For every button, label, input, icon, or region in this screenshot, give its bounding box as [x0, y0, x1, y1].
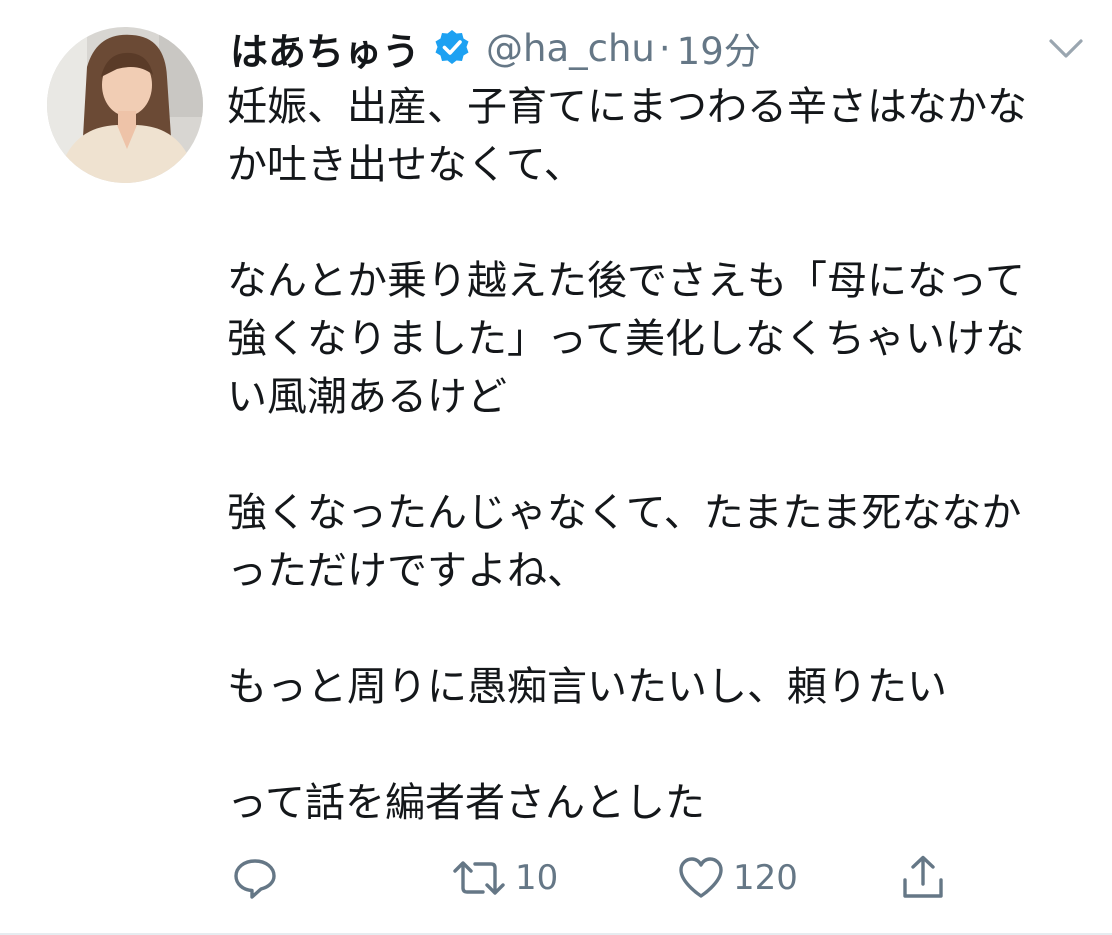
reply-button[interactable] [231, 848, 287, 908]
tweet-text: 妊娠、出産、子育てにまつわる辛さはなかな か吐き出せなくて、 なんとか乗り越えた… [227, 78, 1087, 832]
like-count: 120 [733, 858, 798, 898]
tweet-line: 強くなりました」って美化しなくちゃいけな [227, 316, 1025, 362]
tweet-line: もっと周りに愚痴言いたいし、頼りたい [227, 664, 947, 710]
tweet-paragraph: 妊娠、出産、子育てにまつわる辛さはなかな か吐き出せなくて、 [227, 78, 1087, 194]
chevron-down-icon[interactable] [1048, 38, 1084, 60]
reply-icon [234, 859, 276, 899]
retweet-button[interactable]: 10 [451, 848, 558, 908]
tweet-line: なんとか乗り越えた後でさえも「母になって [227, 258, 1025, 304]
avatar[interactable] [47, 27, 203, 183]
separator-dot: · [658, 26, 671, 70]
display-name[interactable]: はあちゅう [230, 21, 420, 76]
verified-badge-icon [435, 30, 469, 64]
tweet-line: い風潮あるけど [227, 374, 507, 420]
tweet-paragraph: もっと周りに愚痴言いたいし、頼りたい [227, 658, 1087, 716]
tweet-line: 妊娠、出産、子育てにまつわる辛さはなかな [227, 84, 1027, 130]
avatar-image [47, 27, 203, 183]
user-handle[interactable]: @ha_chu [486, 27, 655, 70]
retweet-icon [453, 861, 505, 895]
retweet-count: 10 [515, 858, 559, 898]
tweet-header: はあちゅう @ha_chu · 19分 [230, 20, 1072, 76]
share-button[interactable] [899, 848, 947, 908]
tweet-actions: 10 120 [227, 848, 967, 908]
tweet-paragraph: 強くなったんじゃなくて、たまたま死ななか っただけですよね、 [227, 484, 1087, 600]
tweet-line: か吐き出せなくて、 [227, 142, 584, 188]
tweet-line: っただけですよね、 [227, 548, 587, 594]
tweet-line: 強くなったんじゃなくて、たまたま死ななか [227, 490, 1022, 536]
tweet-line: って話を編者者さんとした [227, 780, 705, 826]
tweet-paragraph: って話を編者者さんとした [227, 774, 1087, 832]
tweet-paragraph: なんとか乗り越えた後でさえも「母になって 強くなりました」って美化しなくちゃいけ… [227, 252, 1087, 426]
share-icon [903, 855, 943, 898]
heart-icon [679, 857, 723, 898]
tweet-timestamp[interactable]: 19分 [677, 21, 761, 75]
like-button[interactable]: 120 [677, 848, 798, 908]
